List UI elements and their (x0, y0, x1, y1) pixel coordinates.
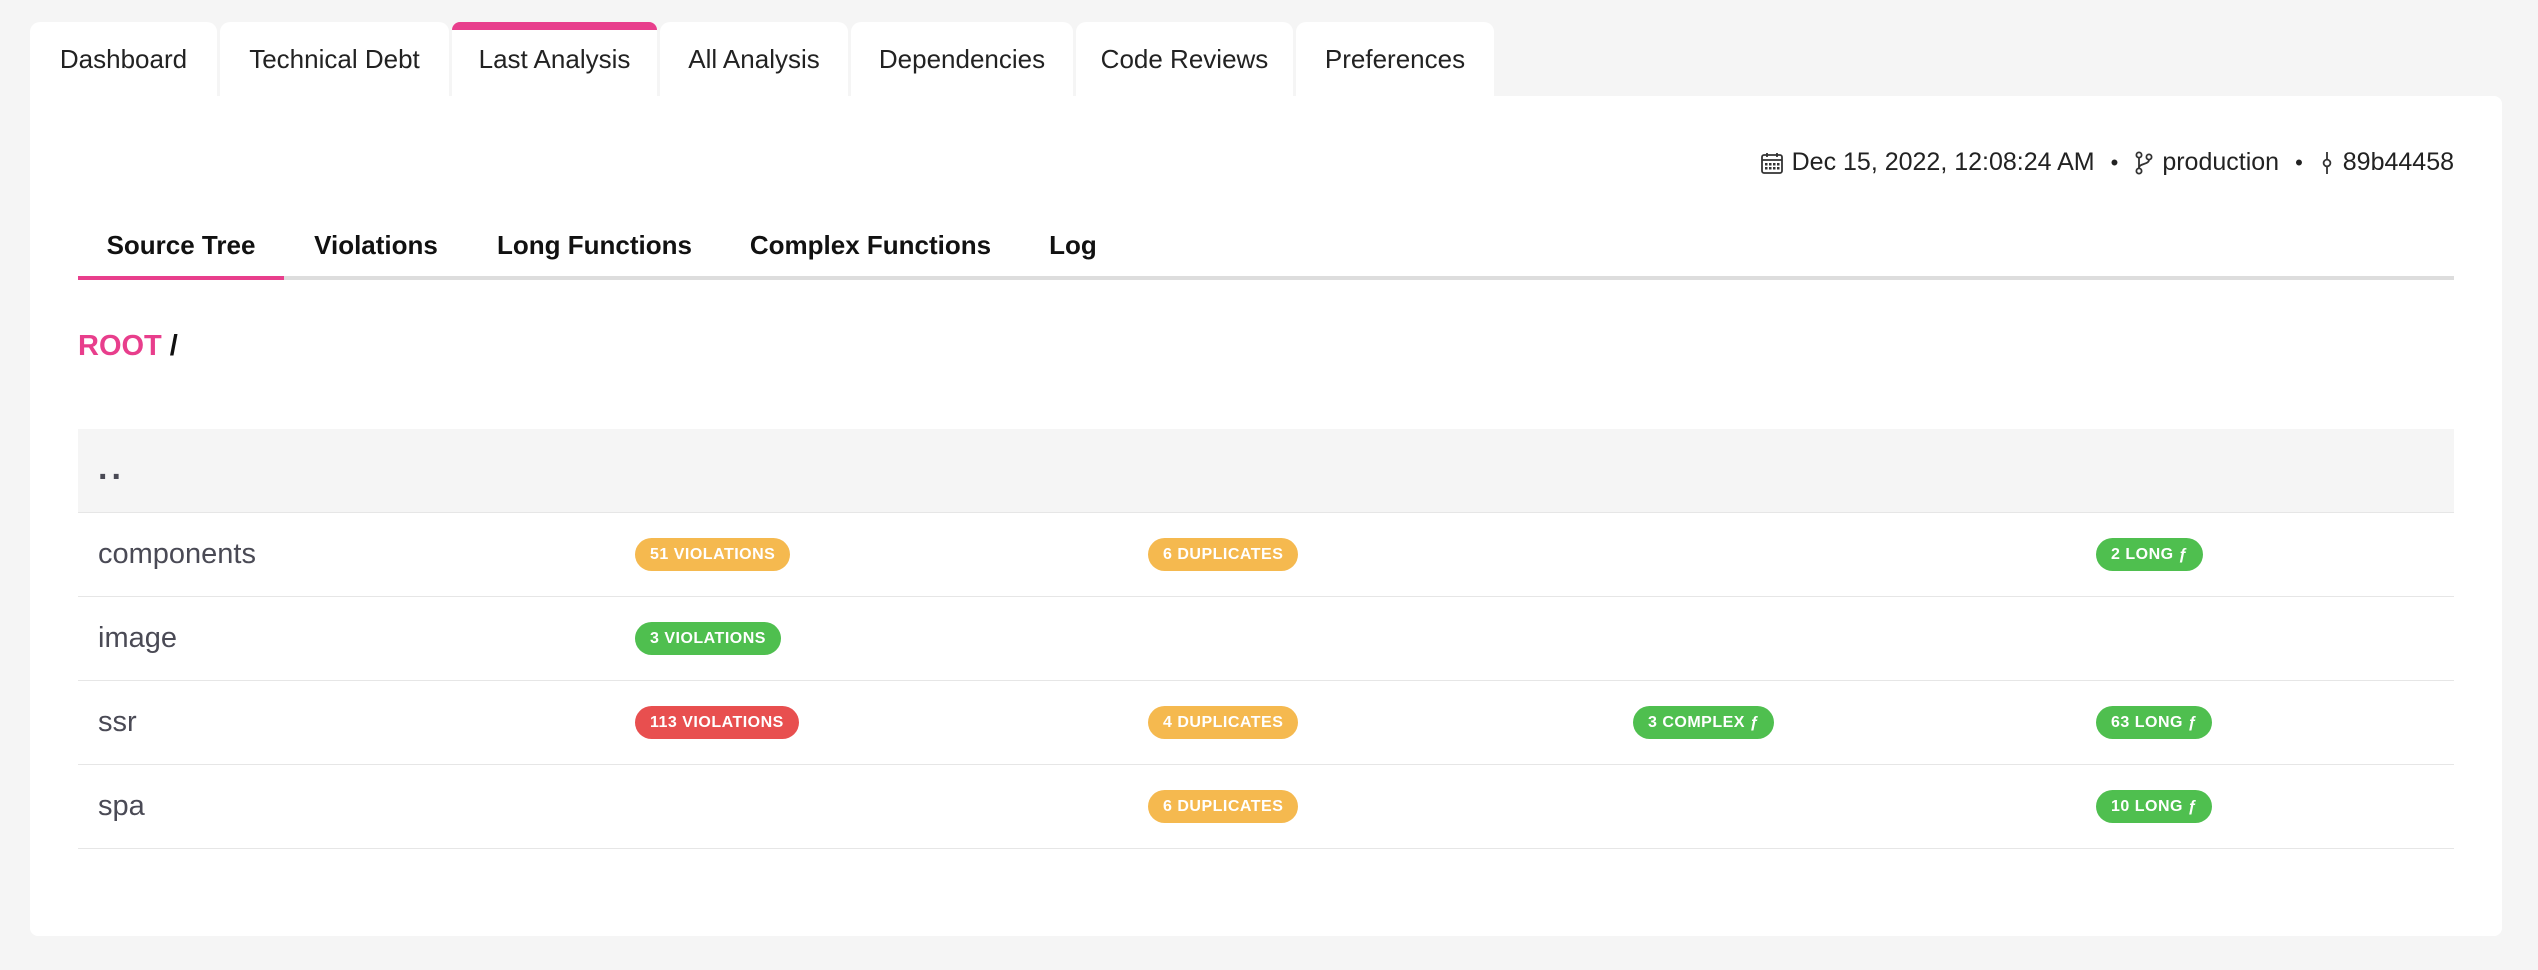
duplicates-badge[interactable]: 6 DUPLICATES (1148, 790, 1299, 823)
analysis-meta: Dec 15, 2022, 12:08:24 AM • production •… (1760, 148, 2454, 177)
sub-tab-bar: Source Tree Violations Long Functions Co… (78, 214, 2454, 280)
violations-badge[interactable]: 51 VIOLATIONS (635, 538, 791, 571)
long-functions-badge[interactable]: 2 LONG ƒ (2096, 538, 2203, 571)
folder-name[interactable]: components (98, 538, 256, 571)
git-commit-icon (2319, 151, 2335, 175)
analysis-date: Dec 15, 2022, 12:08:24 AM (1791, 148, 2095, 176)
tree-row-components[interactable]: components 51 VIOLATIONS 6 DUPLICATES 2 … (78, 513, 2454, 597)
tab-label: Last Analysis (478, 43, 631, 74)
tab-source-tree[interactable]: Source Tree (78, 214, 284, 280)
sub-tab-label: Long Functions (497, 229, 692, 260)
source-tree-table: .. components 51 VIOLATIONS 6 DUPLICATES… (78, 429, 2454, 849)
analysis-card: Dec 15, 2022, 12:08:24 AM • production •… (30, 96, 2502, 936)
long-functions-badge[interactable]: 63 LONG ƒ (2096, 706, 2213, 739)
tab-dependencies[interactable]: Dependencies (851, 22, 1073, 96)
breadcrumb-separator: / (169, 330, 178, 362)
parent-directory-link[interactable]: .. (98, 449, 125, 488)
breadcrumb: ROOT / (78, 330, 178, 363)
tree-row-image[interactable]: image 3 VIOLATIONS (78, 597, 2454, 681)
tab-label: All Analysis (688, 43, 820, 74)
complex-functions-badge[interactable]: 3 COMPLEX ƒ (1633, 706, 1775, 739)
tab-violations[interactable]: Violations (284, 214, 468, 276)
breadcrumb-root[interactable]: ROOT (78, 330, 162, 362)
long-functions-badge[interactable]: 10 LONG ƒ (2096, 790, 2213, 823)
calendar-icon (1760, 151, 1784, 175)
tab-complex-functions[interactable]: Complex Functions (721, 214, 1020, 276)
sub-tab-label: Complex Functions (749, 229, 992, 260)
tab-label: Dashboard (59, 43, 188, 74)
tab-code-reviews[interactable]: Code Reviews (1076, 22, 1293, 96)
folder-name[interactable]: image (98, 622, 177, 655)
folder-name[interactable]: spa (98, 790, 145, 823)
tab-label: Technical Debt (249, 43, 420, 74)
duplicates-badge[interactable]: 6 DUPLICATES (1148, 538, 1299, 571)
tab-last-analysis[interactable]: Last Analysis (452, 22, 657, 96)
tree-row-ssr[interactable]: ssr 113 VIOLATIONS 4 DUPLICATES 3 COMPLE… (78, 681, 2454, 765)
separator-dot: • (2295, 149, 2303, 175)
duplicates-badge[interactable]: 4 DUPLICATES (1148, 706, 1299, 739)
tab-label: Code Reviews (1100, 43, 1269, 74)
tab-dashboard[interactable]: Dashboard (30, 22, 217, 96)
tab-preferences[interactable]: Preferences (1296, 22, 1494, 96)
sub-tab-label: Log (1049, 229, 1097, 260)
folder-name[interactable]: ssr (98, 706, 137, 739)
top-tab-bar: Dashboard Technical Debt Last Analysis A… (30, 22, 1497, 96)
tab-label: Dependencies (878, 43, 1046, 74)
sub-tab-label: Violations (314, 229, 438, 260)
tab-label: Preferences (1324, 43, 1466, 74)
git-branch-icon (2134, 151, 2154, 175)
tab-log[interactable]: Log (1020, 214, 1126, 276)
branch-name: production (2162, 148, 2280, 176)
tab-all-analysis[interactable]: All Analysis (660, 22, 848, 96)
sub-tab-label: Source Tree (106, 229, 256, 260)
violations-badge[interactable]: 3 VIOLATIONS (635, 622, 781, 655)
tab-technical-debt[interactable]: Technical Debt (220, 22, 449, 96)
violations-badge[interactable]: 113 VIOLATIONS (635, 706, 799, 739)
separator-dot: • (2110, 149, 2119, 175)
commit-hash: 89b44458 (2342, 148, 2454, 176)
tab-long-functions[interactable]: Long Functions (468, 214, 721, 276)
tree-row-parent[interactable]: .. (78, 429, 2454, 513)
tree-row-spa[interactable]: spa 6 DUPLICATES 10 LONG ƒ (78, 765, 2454, 849)
